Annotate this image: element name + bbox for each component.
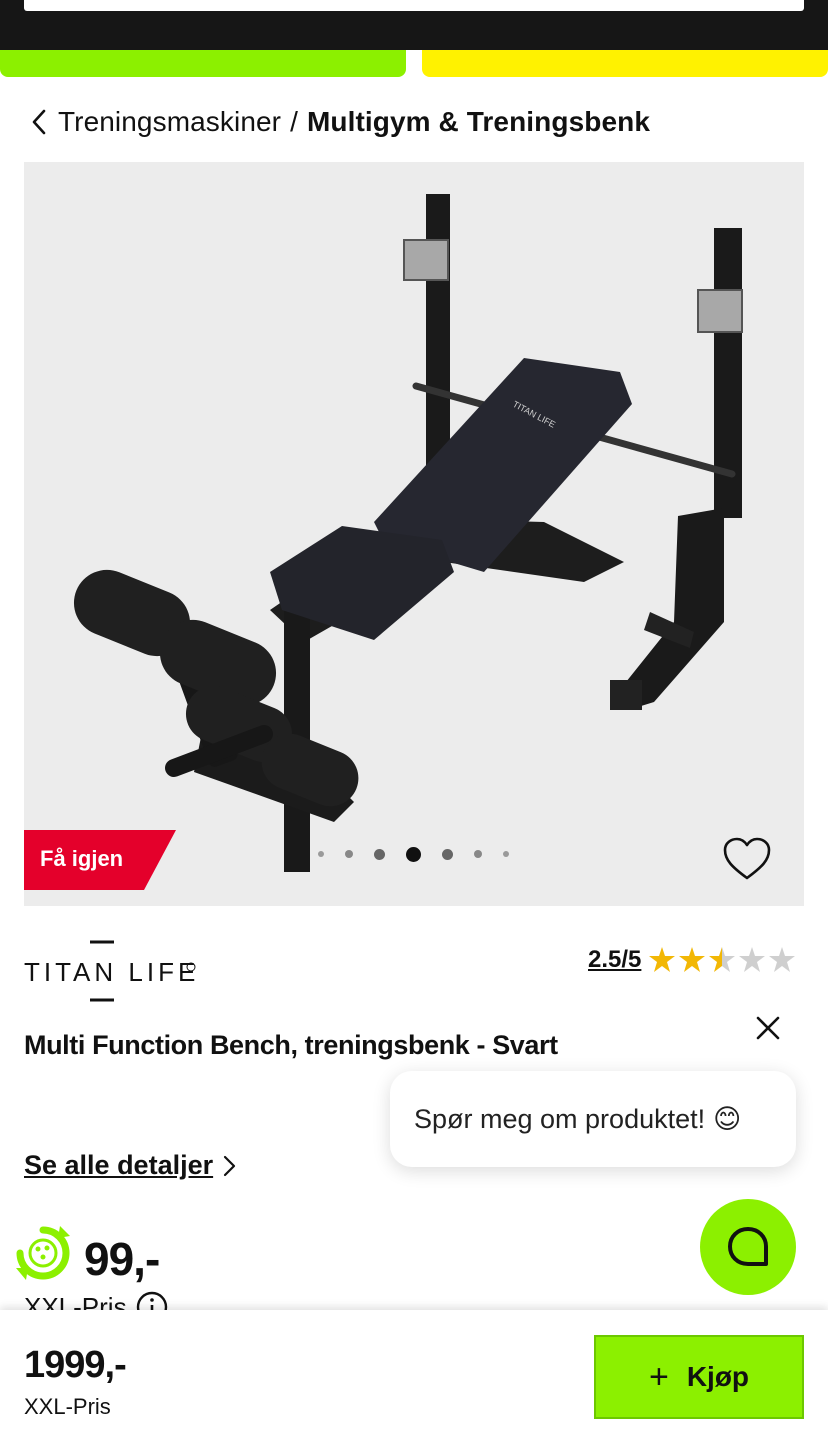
gallery-pagination[interactable] bbox=[318, 846, 530, 862]
product-image[interactable]: TITAN LIFE bbox=[24, 162, 804, 906]
product-title: Multi Function Bench, treningsbenk - Sva… bbox=[24, 1030, 558, 1060]
plus-icon: + bbox=[648, 1358, 669, 1396]
price-value: 99,- bbox=[84, 1233, 160, 1285]
promo-stripe-green[interactable] bbox=[0, 50, 406, 77]
breadcrumb: Treningsmaskiner / Multigym & Treningsbe… bbox=[30, 104, 650, 140]
gallery-dot[interactable] bbox=[474, 850, 482, 858]
gallery-dot-active[interactable] bbox=[406, 846, 421, 862]
rating-stars bbox=[649, 947, 796, 972]
smile-emoji-icon: 😊 bbox=[713, 1103, 742, 1134]
cashback-badge-label: Få igjen bbox=[40, 846, 124, 871]
brand-logo[interactable]: TITAN LIFE bbox=[24, 940, 204, 1004]
bottom-price-label: XXL-Pris bbox=[24, 1394, 111, 1419]
buy-button[interactable]: + Kjøp bbox=[594, 1335, 804, 1419]
brand-logo-text: TITAN LIFE bbox=[24, 957, 199, 987]
chevron-left-icon[interactable] bbox=[30, 104, 58, 140]
chat-prompt-bubble[interactable]: Spør meg om produktet! 😊 bbox=[390, 1071, 796, 1167]
sticky-buy-bar: 1999,- XXL-Pris + Kjøp bbox=[0, 1310, 828, 1443]
product-image-gallery[interactable]: TITAN LIFE Få igjen bbox=[24, 162, 804, 906]
price-label-row: XXL-Pris bbox=[24, 1290, 169, 1312]
chat-button[interactable] bbox=[700, 1199, 796, 1295]
search-bar[interactable] bbox=[24, 0, 804, 11]
top-header bbox=[0, 0, 828, 50]
chat-prompt-text: Spør meg om produktet! bbox=[414, 1103, 706, 1134]
chat-icon bbox=[728, 1227, 768, 1266]
gallery-dot[interactable] bbox=[318, 851, 324, 857]
buy-button-label: Kjøp bbox=[686, 1361, 750, 1392]
promo-stripe-yellow[interactable] bbox=[422, 50, 828, 77]
see-all-details-label: Se alle detaljer bbox=[24, 1150, 214, 1180]
recycle-icon bbox=[16, 1226, 70, 1280]
rating-score[interactable]: 2.5/5 bbox=[588, 946, 641, 974]
cashback-badge: Få igjen bbox=[24, 830, 176, 890]
bottom-price: 1999,- bbox=[24, 1344, 127, 1386]
gallery-dot[interactable] bbox=[503, 851, 509, 857]
breadcrumb-separator: / bbox=[290, 106, 298, 137]
favorite-heart-icon[interactable] bbox=[722, 836, 772, 882]
see-all-details-link[interactable]: Se alle detaljer bbox=[24, 1150, 237, 1181]
star-icon bbox=[649, 947, 796, 972]
close-icon[interactable] bbox=[752, 1012, 784, 1044]
chevron-right-icon bbox=[224, 1155, 236, 1176]
breadcrumb-parent[interactable]: Treningsmaskiner bbox=[58, 106, 281, 138]
price-label: XXL-Pris bbox=[24, 1291, 127, 1313]
gallery-dot[interactable] bbox=[442, 848, 453, 860]
info-icon[interactable] bbox=[135, 1290, 169, 1312]
breadcrumb-current[interactable]: Multigym & Treningsbenk bbox=[307, 106, 650, 138]
gallery-dot[interactable] bbox=[374, 848, 385, 860]
gallery-dot[interactable] bbox=[345, 850, 353, 858]
product-rating[interactable]: 2.5/5 bbox=[588, 942, 797, 978]
